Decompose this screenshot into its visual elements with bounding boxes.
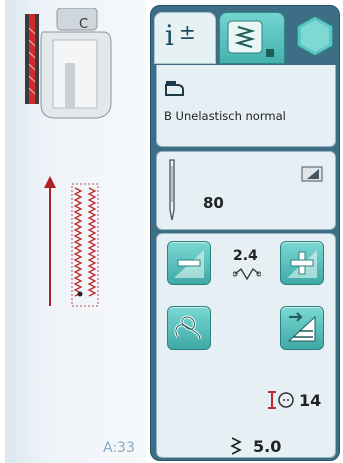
needle-size-value: 80 (203, 194, 224, 212)
needle-section[interactable]: 80 (156, 151, 336, 230)
minus-icon (174, 250, 204, 278)
svg-text:i: i (165, 19, 174, 52)
svg-text:C: C (79, 17, 88, 32)
stitch-name: B Unelastisch normal (164, 109, 286, 123)
thread-tension-icon (268, 391, 294, 409)
tab-stitch[interactable] (219, 12, 285, 64)
menu-button[interactable] (293, 14, 337, 58)
presser-foot-icon: C (25, 8, 112, 119)
stitch-parameters-section: 2.4 14 5.0 (156, 233, 336, 458)
stitch-preview (44, 176, 99, 307)
stitch-menu-icon (227, 20, 274, 57)
svg-text:±: ± (179, 20, 196, 44)
tab-info[interactable]: i ± (154, 12, 216, 64)
stitch-width-value: 2.4 (233, 248, 258, 264)
stitch-length-value: 5.0 (253, 437, 282, 456)
stitch-length-icon (230, 437, 242, 455)
needle-corner-icon (301, 166, 323, 182)
buttonhole-program-button[interactable] (280, 306, 324, 350)
increase-width-button[interactable] (280, 241, 324, 285)
buttonhole-program-icon (287, 312, 316, 342)
control-panel: i ± B Unelastisch normal 80 2.4 14 5.0 (150, 5, 340, 461)
tab-bar: i ± (154, 9, 336, 65)
stitch-width-icon (233, 268, 261, 280)
thread-tension-value: 14 (299, 391, 322, 410)
presser-foot-small-icon (165, 81, 184, 96)
decrease-width-button[interactable] (167, 241, 211, 285)
plus-icon (287, 250, 317, 278)
info-plus-minus-icon: i ± (165, 19, 196, 52)
stitch-info-section: B Unelastisch normal (156, 65, 336, 147)
sewing-area: C A:33 (5, 0, 146, 463)
stitch-reference-label: A:33 (103, 440, 135, 456)
hexagon-button-icon (296, 15, 334, 57)
free-motion-icon (174, 315, 202, 340)
needle-icon (169, 159, 175, 221)
free-motion-button[interactable] (167, 306, 211, 350)
